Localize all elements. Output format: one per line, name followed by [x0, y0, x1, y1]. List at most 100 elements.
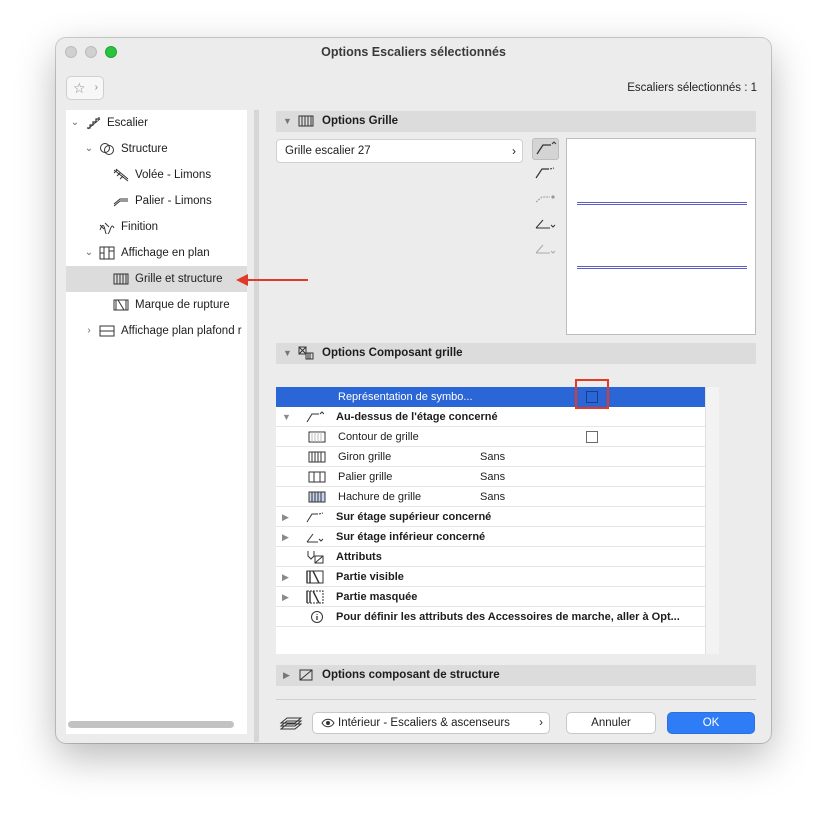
- row-label: Partie visible: [336, 571, 404, 583]
- chevron-down-icon[interactable]: ⌄: [84, 136, 94, 162]
- tree-item-structure[interactable]: ⌄ Structure: [66, 136, 247, 162]
- tree-horizontal-scrollbar[interactable]: [68, 721, 234, 728]
- options-dialog: Options Escaliers sélectionnés ☆ › Escali…: [56, 38, 771, 743]
- settings-tree: ⌄ Escalier ⌄ Structure Volée - Limons Pa…: [66, 110, 247, 734]
- row-label: Attributs: [336, 551, 382, 563]
- table-row-giron-grille[interactable]: Giron grille Sans: [276, 447, 705, 467]
- stair-relevant-icon: [535, 195, 555, 203]
- tree-item-affichage-en-plan[interactable]: ⌄ Affichage en plan: [66, 240, 247, 266]
- tread-grid-icon: [308, 451, 326, 463]
- row-label: Palier grille: [338, 471, 393, 483]
- floorplan-icon: [99, 246, 115, 260]
- grid-preset-value: Grille escalier 27: [285, 145, 371, 157]
- grid-component-icon: [298, 346, 314, 360]
- row-label: Partie masquée: [336, 591, 418, 603]
- tree-item-label: Marque de rupture: [135, 299, 230, 311]
- grid-preset-dropdown[interactable]: Grille escalier 27 ›: [276, 139, 523, 163]
- preview-line: [577, 202, 747, 205]
- stair-lower-icon: [535, 219, 556, 229]
- triangle-right-icon[interactable]: ▶: [282, 527, 289, 547]
- eye-icon: [321, 713, 335, 733]
- stair-lower-icon: [306, 533, 324, 543]
- layer-select-button[interactable]: Intérieur - Escaliers & ascenseurs ›: [312, 712, 550, 734]
- tree-item-affichage-plan-plafond[interactable]: › Affichage plan plafond r: [66, 318, 247, 344]
- section-options-composant-structure[interactable]: ▶ Options composant de structure: [276, 665, 756, 686]
- view-above-story-button[interactable]: [532, 138, 559, 160]
- table-row-etage-inferieur[interactable]: ▶ Sur étage inférieur concerné: [276, 527, 705, 547]
- table-row-info-accessoires[interactable]: Pour définir les attributs des Accessoir…: [276, 607, 705, 627]
- chevron-down-icon[interactable]: ⌄: [84, 240, 94, 266]
- row-label: Représentation de symbo...: [338, 391, 473, 403]
- row-label: Hachure de grille: [338, 491, 422, 503]
- row-value[interactable]: Sans: [480, 487, 505, 507]
- section-options-composant-grille[interactable]: ▼ Options Composant grille: [276, 343, 756, 364]
- tree-item-volee-limons[interactable]: Volée - Limons: [66, 162, 247, 188]
- row-label: Au-dessus de l'étage concerné: [336, 411, 498, 423]
- stair-icon: [87, 117, 101, 130]
- ok-button[interactable]: OK: [667, 712, 755, 734]
- chevron-right-icon: ›: [512, 144, 516, 158]
- table-row-partie-masquee[interactable]: ▶ Partie masquée: [276, 587, 705, 607]
- tree-item-escalier[interactable]: ⌄ Escalier: [66, 110, 247, 136]
- selection-info: Escaliers sélectionnés : 1: [627, 82, 757, 94]
- view-mode-icons: [532, 138, 560, 263]
- row-value[interactable]: Sans: [480, 467, 505, 487]
- table-row-etage-superieur[interactable]: ▶ Sur étage supérieur concerné: [276, 507, 705, 527]
- view-relevant-story-button[interactable]: [532, 188, 559, 210]
- row-label: Giron grille: [338, 451, 392, 463]
- structure-icon: [100, 143, 114, 155]
- view-lower-story-button[interactable]: [532, 213, 559, 235]
- section-title: Options Composant grille: [322, 347, 463, 359]
- table-row-partie-visible[interactable]: ▶ Partie visible: [276, 567, 705, 587]
- view-upper-story-button[interactable]: [532, 163, 559, 185]
- table-row-representation-symbole[interactable]: Représentation de symbo...: [276, 387, 705, 407]
- row-label: Sur étage supérieur concerné: [336, 511, 492, 523]
- pane-divider[interactable]: [254, 110, 259, 742]
- row-label: Sur étage inférieur concerné: [336, 531, 486, 543]
- triangle-right-icon[interactable]: ▶: [282, 587, 289, 607]
- triangle-down-icon[interactable]: ▼: [283, 343, 292, 364]
- tree-item-label: Affichage plan plafond r: [121, 325, 242, 337]
- triangle-right-icon[interactable]: ▶: [282, 567, 289, 587]
- landing-grid-icon: [308, 471, 326, 483]
- section-options-grille[interactable]: ▼ Options Grille: [276, 111, 756, 132]
- table-vertical-scrollbar[interactable]: [705, 387, 719, 654]
- view-below-story-button[interactable]: [532, 238, 559, 260]
- table-row-palier-grille[interactable]: Palier grille Sans: [276, 467, 705, 487]
- row-value[interactable]: Sans: [480, 447, 505, 467]
- tree-item-finition[interactable]: Finition: [66, 214, 247, 240]
- tree-item-label: Volée - Limons: [135, 169, 212, 181]
- tree-item-grille-et-structure[interactable]: Grille et structure: [66, 266, 247, 292]
- triangle-down-icon[interactable]: ▼: [282, 407, 291, 427]
- contour-checkbox[interactable]: [586, 431, 598, 443]
- grid-outline-icon: [308, 431, 326, 443]
- cancel-button[interactable]: Annuler: [566, 712, 656, 734]
- stair-below-icon: [535, 244, 556, 254]
- table-row-au-dessus[interactable]: ▼ Au-dessus de l'étage concerné: [276, 407, 705, 427]
- layer-stack-icon: [279, 717, 303, 730]
- landing-icon: [113, 198, 128, 207]
- chevron-right-icon: ›: [94, 82, 98, 93]
- window-title: Options Escaliers sélectionnés: [321, 45, 506, 59]
- favorites-button[interactable]: ☆ ›: [66, 76, 104, 100]
- component-settings-table: Représentation de symbo... ▼ Au-dessus d…: [276, 387, 719, 654]
- tree-item-palier-limons[interactable]: Palier - Limons: [66, 188, 247, 214]
- tree-item-marque-de-rupture[interactable]: Marque de rupture: [66, 292, 247, 318]
- table-row-contour-de-grille[interactable]: Contour de grille: [276, 427, 705, 447]
- grid-icon: [113, 273, 129, 285]
- layer-select-value: Intérieur - Escaliers & ascenseurs: [338, 717, 510, 729]
- chevron-down-icon[interactable]: ⌄: [70, 110, 80, 136]
- visible-part-icon: [306, 570, 324, 584]
- triangle-down-icon[interactable]: ▼: [283, 111, 292, 132]
- footer-divider: [276, 699, 756, 700]
- triangle-right-icon[interactable]: ▶: [282, 507, 289, 527]
- table-row-attributs[interactable]: Attributs: [276, 547, 705, 567]
- table-row-hachure-de-grille[interactable]: Hachure de grille Sans: [276, 487, 705, 507]
- flight-icon: [113, 168, 129, 182]
- triangle-right-icon[interactable]: ▶: [283, 665, 290, 686]
- row-label: Pour définir les attributs des Accessoir…: [336, 611, 680, 623]
- tree-item-label: Finition: [121, 221, 159, 233]
- structure-component-icon: [299, 669, 313, 681]
- chevron-right-icon[interactable]: ›: [84, 318, 94, 344]
- tree-item-label: Palier - Limons: [135, 195, 212, 207]
